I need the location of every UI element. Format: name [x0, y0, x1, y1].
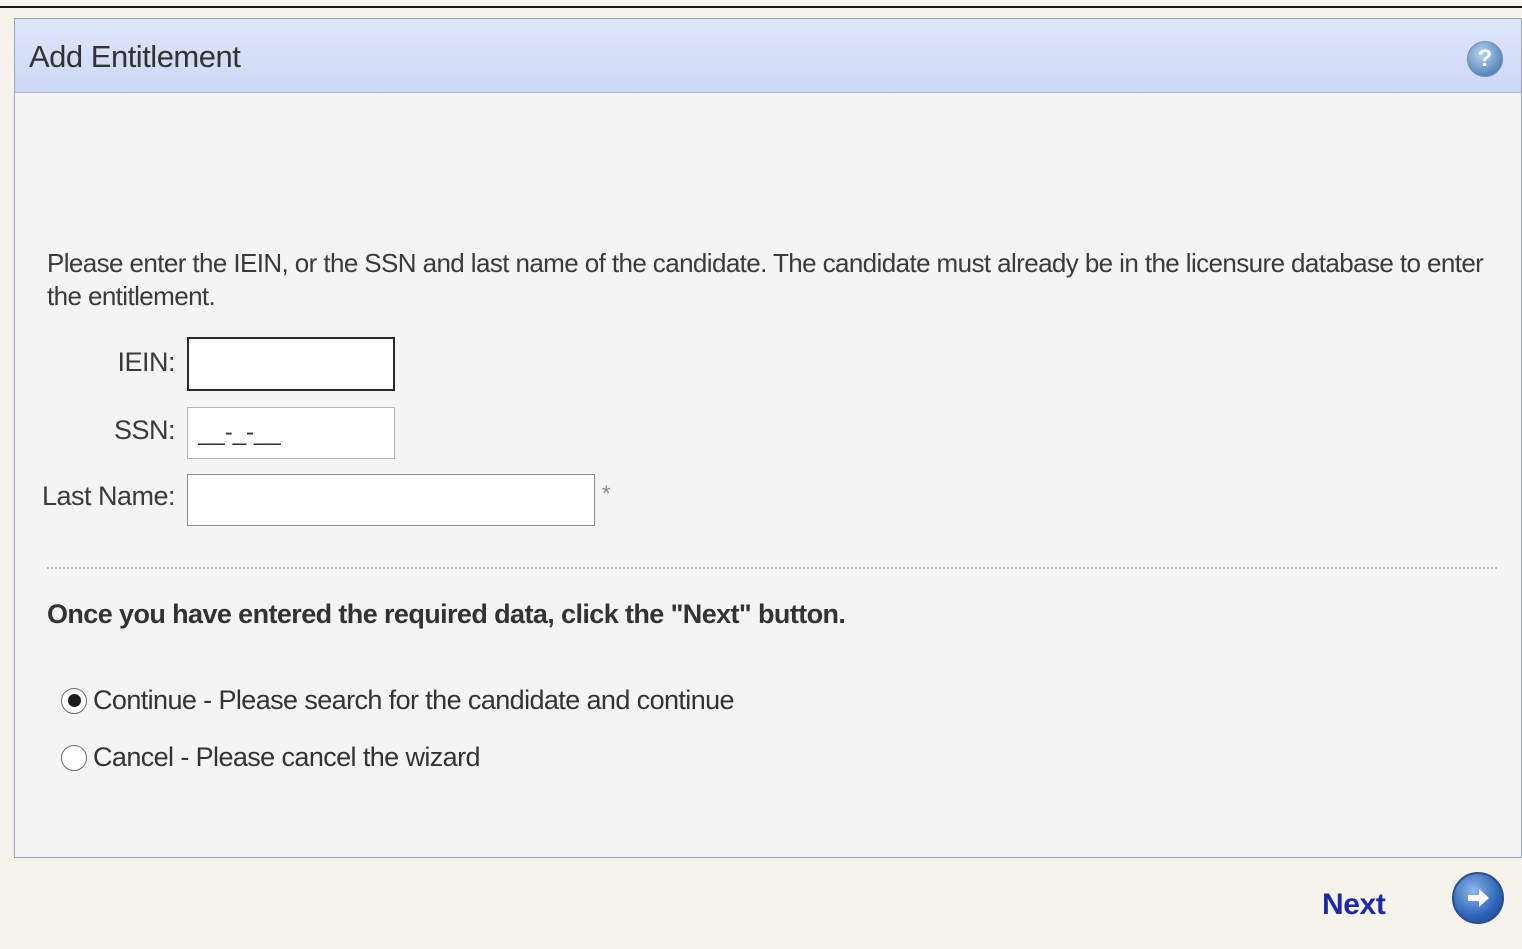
- ssn-input[interactable]: [187, 407, 395, 459]
- next-instruction: Once you have entered the required data,…: [47, 599, 846, 629]
- intro-text: Please enter the IEIN, or the SSN and la…: [47, 248, 1484, 311]
- cancel-label: Cancel - Please cancel the wizard: [93, 742, 481, 772]
- last-name-label: Last Name:: [41, 481, 176, 511]
- top-divider: [0, 6, 1522, 8]
- add-entitlement-panel: Add Entitlement ? Please enter the IEIN,…: [14, 18, 1522, 858]
- iein-input[interactable]: [187, 337, 395, 391]
- iein-label: IEIN:: [117, 347, 175, 377]
- cancel-radio[interactable]: [61, 744, 87, 771]
- dotted-separator: [47, 567, 1497, 569]
- ssn-label: SSN:: [113, 415, 176, 445]
- next-link[interactable]: Next: [1322, 888, 1386, 922]
- continue-radio[interactable]: [61, 687, 87, 714]
- panel-header: Add Entitlement ?: [15, 19, 1521, 93]
- continue-label: Continue - Please search for the candida…: [93, 685, 735, 715]
- page: Add Entitlement ? Please enter the IEIN,…: [0, 0, 1522, 949]
- required-marker: *: [602, 481, 611, 506]
- panel-title: Add Entitlement: [29, 39, 241, 74]
- option-continue[interactable]: Continue - Please search for the candida…: [61, 685, 735, 716]
- option-cancel[interactable]: Cancel - Please cancel the wizard: [61, 742, 481, 773]
- help-icon[interactable]: ?: [1467, 41, 1503, 77]
- last-name-input[interactable]: [187, 474, 595, 526]
- radio-selected-dot: [67, 694, 81, 707]
- arrow-right-circle-icon[interactable]: [1452, 872, 1504, 924]
